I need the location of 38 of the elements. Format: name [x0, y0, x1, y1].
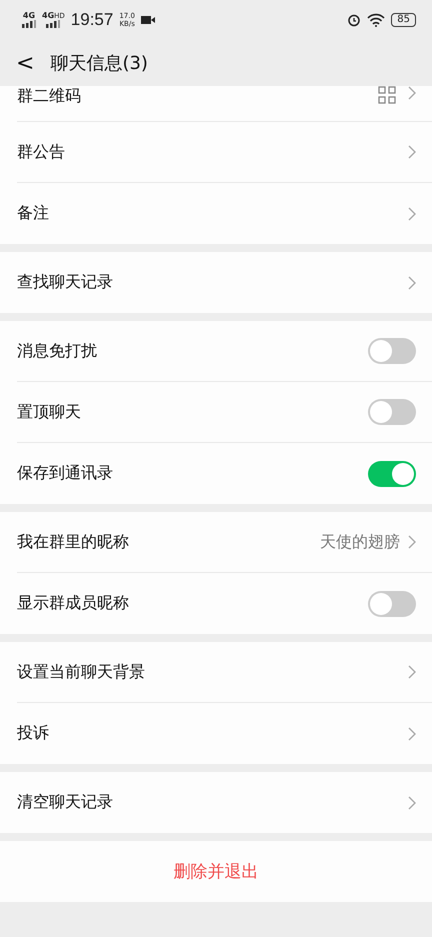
battery-level: 85 — [391, 13, 416, 27]
network-label: 4G — [42, 12, 54, 20]
chevron-icon — [408, 665, 416, 679]
setting-label: 设置当前聊天背景 — [17, 662, 146, 682]
chevron-icon — [408, 276, 416, 290]
alarm-clock-icon — [347, 13, 362, 27]
chevron-icon — [408, 796, 416, 810]
toggle-switch[interactable] — [368, 338, 416, 364]
chevron-icon — [408, 535, 416, 549]
delete-and-exit-button[interactable]: 删除并退出 — [0, 841, 432, 902]
setting-label: 消息免打扰 — [17, 340, 98, 362]
network-label: 4G — [22, 12, 36, 20]
setting-label: 我在群里的昵称 — [17, 532, 130, 552]
setting-label: 显示群成员昵称 — [17, 593, 130, 614]
setting-label: 投诉 — [17, 723, 50, 744]
chevron-icon — [408, 145, 416, 159]
setting-label: 保存到通讯录 — [17, 463, 114, 484]
qr-code-icon — [378, 86, 396, 104]
setting-label: 备注 — [17, 203, 50, 224]
toggle-switch[interactable] — [368, 399, 416, 425]
toggle-switch[interactable] — [368, 460, 416, 486]
nickname-value: 天使的翅膀 — [320, 532, 400, 552]
status-time: 19:57 — [70, 10, 114, 30]
video-camera-icon — [140, 15, 155, 25]
chevron-icon — [408, 726, 416, 740]
chevron-icon — [408, 206, 416, 220]
setting-label: 置顶聊天 — [17, 402, 82, 422]
page-title: 聊天信息(3) — [50, 52, 148, 75]
back-button[interactable]: < — [12, 50, 38, 76]
toggle-switch[interactable] — [368, 590, 416, 616]
setting-label: 群二维码 — [17, 86, 82, 107]
setting-label: 清空聊天记录 — [17, 792, 114, 813]
signal-icon — [46, 20, 60, 28]
wifi-icon — [367, 13, 386, 27]
setting-label: 查找聊天记录 — [17, 272, 114, 293]
setting-label: 群公告 — [17, 142, 66, 162]
chevron-icon — [408, 86, 416, 100]
signal-icon — [22, 20, 36, 28]
